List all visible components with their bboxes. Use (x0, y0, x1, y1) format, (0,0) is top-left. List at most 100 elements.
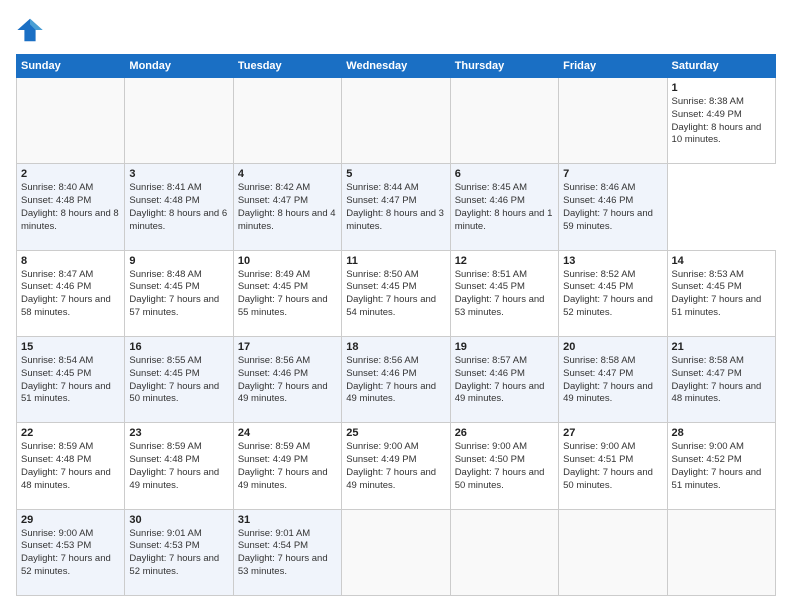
day-number: 15 (21, 341, 120, 353)
logo-icon (16, 16, 44, 44)
day-number: 19 (455, 341, 554, 353)
day-info: Sunrise: 8:44 AMSunset: 4:47 PMDaylight:… (346, 182, 445, 233)
calendar-day: 17Sunrise: 8:56 AMSunset: 4:46 PMDayligh… (233, 336, 341, 422)
day-info: Sunrise: 8:41 AMSunset: 4:48 PMDaylight:… (129, 182, 228, 233)
empty-cell (559, 78, 667, 164)
day-of-week-header: Monday (125, 55, 233, 78)
calendar-table: SundayMondayTuesdayWednesdayThursdayFrid… (16, 54, 776, 596)
day-info: Sunrise: 8:45 AMSunset: 4:46 PMDaylight:… (455, 182, 554, 233)
day-info: Sunrise: 8:59 AMSunset: 4:49 PMDaylight:… (238, 441, 337, 492)
empty-cell (450, 78, 558, 164)
day-number: 4 (238, 168, 337, 180)
calendar-week-row: 2Sunrise: 8:40 AMSunset: 4:48 PMDaylight… (17, 164, 776, 250)
empty-cell (667, 509, 775, 595)
day-number: 31 (238, 514, 337, 526)
header (16, 16, 776, 44)
day-info: Sunrise: 8:58 AMSunset: 4:47 PMDaylight:… (672, 355, 771, 406)
calendar-week-row: 8Sunrise: 8:47 AMSunset: 4:46 PMDaylight… (17, 250, 776, 336)
empty-cell (342, 509, 450, 595)
calendar-day: 13Sunrise: 8:52 AMSunset: 4:45 PMDayligh… (559, 250, 667, 336)
day-info: Sunrise: 8:47 AMSunset: 4:46 PMDaylight:… (21, 269, 120, 320)
day-info: Sunrise: 8:42 AMSunset: 4:47 PMDaylight:… (238, 182, 337, 233)
calendar-day: 20Sunrise: 8:58 AMSunset: 4:47 PMDayligh… (559, 336, 667, 422)
empty-cell (450, 509, 558, 595)
day-info: Sunrise: 8:59 AMSunset: 4:48 PMDaylight:… (21, 441, 120, 492)
calendar-day: 29 Sunrise: 9:00 AMSunset: 4:53 PMDayligh… (17, 509, 125, 595)
day-number: 3 (129, 168, 228, 180)
day-info: Sunrise: 8:56 AMSunset: 4:46 PMDaylight:… (346, 355, 445, 406)
day-number: 25 (346, 427, 445, 439)
day-of-week-header: Sunday (17, 55, 125, 78)
calendar-day: 11Sunrise: 8:50 AMSunset: 4:45 PMDayligh… (342, 250, 450, 336)
calendar-week-row: 29 Sunrise: 9:00 AMSunset: 4:53 PMDayligh… (17, 509, 776, 595)
day-number: 29 (21, 514, 120, 526)
day-info: Sunrise: 8:53 AMSunset: 4:45 PMDaylight:… (672, 269, 771, 320)
day-of-week-header: Saturday (667, 55, 775, 78)
day-info: Sunrise: 9:00 AMSunset: 4:51 PMDaylight:… (563, 441, 662, 492)
day-info: Sunrise: 8:50 AMSunset: 4:45 PMDaylight:… (346, 269, 445, 320)
calendar-day: 23Sunrise: 8:59 AMSunset: 4:48 PMDayligh… (125, 423, 233, 509)
calendar-day: 4 Sunrise: 8:42 AMSunset: 4:47 PMDaylight… (233, 164, 341, 250)
calendar-day: 7 Sunrise: 8:46 AMSunset: 4:46 PMDaylight… (559, 164, 667, 250)
calendar-day: 18 Sunrise: 8:56 AMSunset: 4:46 PMDayligh… (342, 336, 450, 422)
calendar-day: 12 Sunrise: 8:51 AMSunset: 4:45 PMDayligh… (450, 250, 558, 336)
calendar-day: 6 Sunrise: 8:45 AMSunset: 4:46 PMDaylight… (450, 164, 558, 250)
day-number: 23 (129, 427, 228, 439)
calendar-day: 19 Sunrise: 8:57 AMSunset: 4:46 PMDayligh… (450, 336, 558, 422)
calendar-day: 5Sunrise: 8:44 AMSunset: 4:47 PMDaylight… (342, 164, 450, 250)
day-info: Sunrise: 9:00 AMSunset: 4:52 PMDaylight:… (672, 441, 771, 492)
calendar-week-row: 1 Sunrise: 8:38 AMSunset: 4:49 PMDaylight… (17, 78, 776, 164)
day-number: 14 (672, 255, 771, 267)
calendar-day: 16 Sunrise: 8:55 AMSunset: 4:45 PMDayligh… (125, 336, 233, 422)
empty-cell (233, 78, 341, 164)
day-of-week-header: Tuesday (233, 55, 341, 78)
day-info: Sunrise: 8:38 AMSunset: 4:49 PMDaylight:… (672, 96, 771, 147)
calendar-day: 22Sunrise: 8:59 AMSunset: 4:48 PMDayligh… (17, 423, 125, 509)
day-number: 16 (129, 341, 228, 353)
calendar-day: 31 Sunrise: 9:01 AMSunset: 4:54 PMDayligh… (233, 509, 341, 595)
day-info: Sunrise: 9:00 AMSunset: 4:53 PMDaylight:… (21, 528, 120, 579)
day-of-week-header: Friday (559, 55, 667, 78)
calendar-day: 14 Sunrise: 8:53 AMSunset: 4:45 PMDayligh… (667, 250, 775, 336)
day-info: Sunrise: 8:52 AMSunset: 4:45 PMDaylight:… (563, 269, 662, 320)
calendar-day: 26 Sunrise: 9:00 AMSunset: 4:50 PMDayligh… (450, 423, 558, 509)
calendar-week-row: 22Sunrise: 8:59 AMSunset: 4:48 PMDayligh… (17, 423, 776, 509)
day-number: 17 (238, 341, 337, 353)
day-info: Sunrise: 8:48 AMSunset: 4:45 PMDaylight:… (129, 269, 228, 320)
day-info: Sunrise: 9:01 AMSunset: 4:53 PMDaylight:… (129, 528, 228, 579)
day-info: Sunrise: 8:49 AMSunset: 4:45 PMDaylight:… (238, 269, 337, 320)
day-number: 2 (21, 168, 120, 180)
empty-cell (342, 78, 450, 164)
day-info: Sunrise: 8:57 AMSunset: 4:46 PMDaylight:… (455, 355, 554, 406)
calendar-day: 8Sunrise: 8:47 AMSunset: 4:46 PMDaylight… (17, 250, 125, 336)
day-info: Sunrise: 8:46 AMSunset: 4:46 PMDaylight:… (563, 182, 662, 233)
day-number: 12 (455, 255, 554, 267)
calendar-header-row: SundayMondayTuesdayWednesdayThursdayFrid… (17, 55, 776, 78)
calendar-day: 21Sunrise: 8:58 AMSunset: 4:47 PMDayligh… (667, 336, 775, 422)
calendar-day: 27Sunrise: 9:00 AMSunset: 4:51 PMDayligh… (559, 423, 667, 509)
day-info: Sunrise: 9:01 AMSunset: 4:54 PMDaylight:… (238, 528, 337, 579)
logo (16, 16, 50, 44)
calendar-page: SundayMondayTuesdayWednesdayThursdayFrid… (0, 0, 792, 612)
day-number: 1 (672, 82, 771, 94)
day-info: Sunrise: 9:00 AMSunset: 4:49 PMDaylight:… (346, 441, 445, 492)
day-number: 20 (563, 341, 662, 353)
day-info: Sunrise: 8:51 AMSunset: 4:45 PMDaylight:… (455, 269, 554, 320)
day-number: 6 (455, 168, 554, 180)
calendar-day: 10 Sunrise: 8:49 AMSunset: 4:45 PMDayligh… (233, 250, 341, 336)
calendar-day: 2Sunrise: 8:40 AMSunset: 4:48 PMDaylight… (17, 164, 125, 250)
day-number: 26 (455, 427, 554, 439)
calendar-day: 1 Sunrise: 8:38 AMSunset: 4:49 PMDaylight… (667, 78, 775, 164)
day-number: 7 (563, 168, 662, 180)
calendar-day: 24Sunrise: 8:59 AMSunset: 4:49 PMDayligh… (233, 423, 341, 509)
day-info: Sunrise: 9:00 AMSunset: 4:50 PMDaylight:… (455, 441, 554, 492)
calendar-day: 15Sunrise: 8:54 AMSunset: 4:45 PMDayligh… (17, 336, 125, 422)
day-of-week-header: Thursday (450, 55, 558, 78)
calendar-day: 9Sunrise: 8:48 AMSunset: 4:45 PMDaylight… (125, 250, 233, 336)
day-number: 18 (346, 341, 445, 353)
day-number: 30 (129, 514, 228, 526)
calendar-day: 28Sunrise: 9:00 AMSunset: 4:52 PMDayligh… (667, 423, 775, 509)
day-info: Sunrise: 8:55 AMSunset: 4:45 PMDaylight:… (129, 355, 228, 406)
day-number: 10 (238, 255, 337, 267)
empty-cell (559, 509, 667, 595)
